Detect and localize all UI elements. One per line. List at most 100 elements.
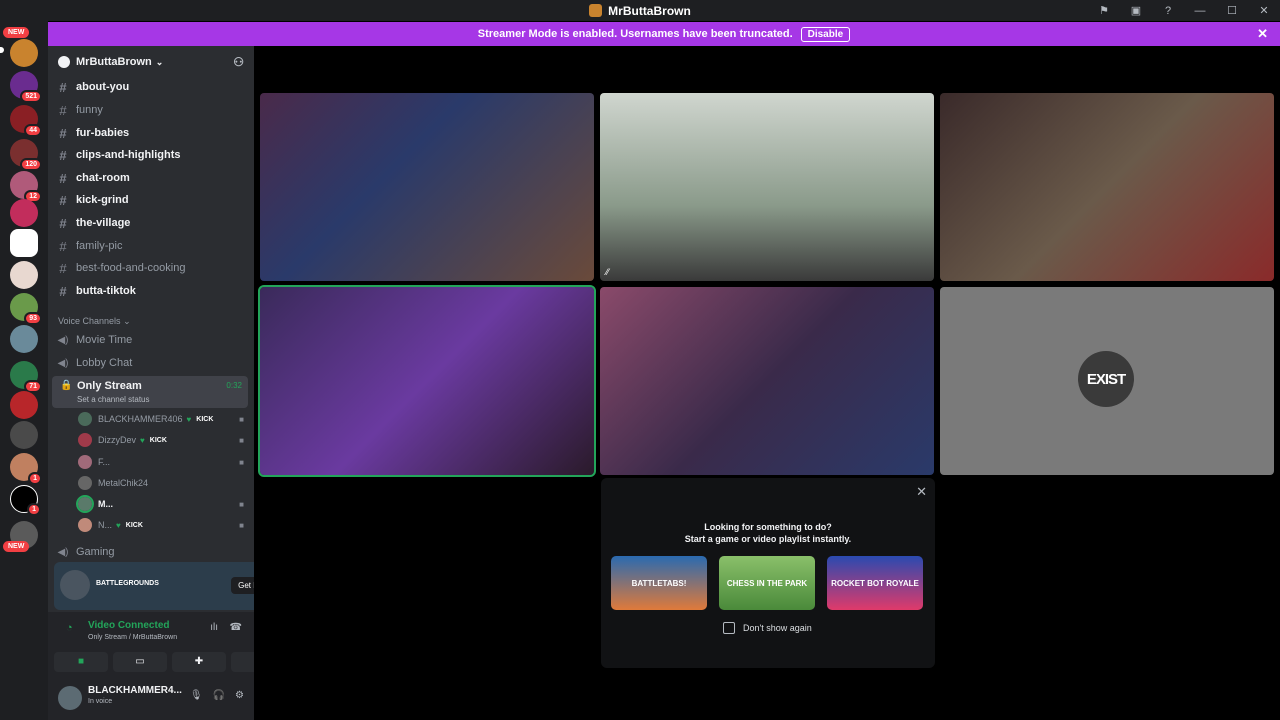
game-card-battletabs[interactable]: BATTLETABS! <box>611 556 707 610</box>
video-stage: ⁄⁄ EXIST ✕ Looking for something to do? … <box>254 46 1280 720</box>
server-icon[interactable] <box>10 421 38 449</box>
guild-icon <box>58 56 70 68</box>
speaker-icon: ◀) <box>57 546 69 558</box>
active-channel-name: Only Stream <box>77 380 142 392</box>
activities-button[interactable]: ✚ <box>172 652 226 672</box>
dont-show-again-checkbox[interactable]: Don't show again <box>723 622 812 634</box>
guild-header[interactable]: MrButtaBrown ⌄ ⚇ <box>48 46 254 78</box>
noise-suppression-icon[interactable]: ılı <box>210 622 218 633</box>
voice-channel-only-stream[interactable]: 🔒 Only Stream Set a channel status 0:32 <box>52 376 248 408</box>
video-tile[interactable] <box>260 93 594 281</box>
chevron-down-icon: ⌄ <box>123 316 131 326</box>
game-card-chess-in-the-park[interactable]: CHESS IN THE PARK <box>719 556 815 610</box>
server-badge: 521 <box>20 90 42 103</box>
server-icon[interactable] <box>10 261 38 289</box>
video-tile[interactable] <box>600 287 934 475</box>
chevron-down-icon: ⌄ <box>155 56 164 67</box>
server-icon[interactable]: 521 <box>10 71 42 103</box>
camera-icon: ■ <box>239 435 244 445</box>
game-title: CHESS IN THE PARK <box>726 578 808 588</box>
connection-location[interactable]: Only Stream / MrButtaBrown <box>88 634 177 641</box>
avatar <box>76 495 94 513</box>
screenshare-button[interactable]: ▭ <box>113 652 167 672</box>
voice-member[interactable]: M... ■ <box>76 494 246 514</box>
app-icon <box>589 4 603 17</box>
channel-status[interactable]: Set a channel status <box>77 395 150 404</box>
exist-logo: EXIST <box>1078 351 1134 407</box>
game-title: ROCKET BOT ROYALE <box>831 578 919 588</box>
channel-label: best-food-and-cooking <box>76 262 186 274</box>
avatar-tile[interactable]: EXIST <box>940 287 1274 475</box>
avatar <box>78 518 92 532</box>
hash-icon: # <box>59 215 67 231</box>
server-badge: 1 <box>28 472 42 485</box>
channel-kick-grind[interactable]: # kick-grind <box>54 190 248 210</box>
server-icon[interactable] <box>10 391 38 419</box>
server-icon[interactable]: 120 <box>10 139 42 171</box>
voice-channel-lobby-chat[interactable]: ◀) Lobby Chat <box>54 353 248 373</box>
screen-icon[interactable]: ▣ <box>1120 4 1152 17</box>
minimize-icon[interactable]: — <box>1184 5 1216 17</box>
maximize-icon[interactable]: ☐ <box>1216 4 1248 17</box>
server-badge: 1 <box>27 503 41 516</box>
disable-button[interactable]: Disable <box>800 26 851 42</box>
channel-the-village[interactable]: # the-village <box>54 213 248 233</box>
hash-icon: # <box>59 102 67 118</box>
server-icon[interactable]: 1 <box>10 485 41 516</box>
hash-icon: # <box>59 238 67 254</box>
invite-icon[interactable]: ⚇ <box>233 55 244 69</box>
server-icon[interactable]: 93 <box>10 293 42 325</box>
voice-channel-gaming[interactable]: ◀) Gaming <box>54 542 248 562</box>
camera-icon: ■ <box>239 499 244 509</box>
server-icon[interactable]: 1 <box>10 453 42 485</box>
channel-best-food-and-cooking[interactable]: # best-food-and-cooking <box>54 258 248 278</box>
channel-butta-tiktok[interactable]: # butta-tiktok <box>54 281 248 301</box>
channel-chat-room[interactable]: # chat-room <box>54 168 248 188</box>
channel-about-you[interactable]: # about-you <box>54 77 248 97</box>
voice-channel-label: Gaming <box>76 546 115 558</box>
server-icon[interactable]: 71 <box>10 361 42 393</box>
server-icon[interactable]: 44 <box>10 105 42 137</box>
hash-icon: # <box>59 125 67 141</box>
channel-clips-and-highlights[interactable]: # clips-and-highlights <box>54 145 248 165</box>
server-icon[interactable]: 12 <box>10 171 42 203</box>
channel-fur-babies[interactable]: # fur-babies <box>54 123 248 143</box>
channel-label: chat-room <box>76 172 130 184</box>
video-tile-speaking[interactable] <box>258 285 596 477</box>
mic-icon[interactable]: 🎙 <box>190 690 203 701</box>
checkbox-box[interactable] <box>723 622 735 634</box>
new-badge: NEW <box>3 541 30 552</box>
voice-member[interactable]: BLACKHAMMER406 ♥ KICK ■ <box>78 409 246 429</box>
headphones-icon[interactable]: 🎧 <box>213 690 225 701</box>
member-name: DizzyDev <box>98 435 137 445</box>
avatar[interactable] <box>58 686 82 710</box>
voice-member[interactable]: MetalChik24 <box>78 473 246 493</box>
close-icon[interactable]: ✕ <box>1248 4 1280 17</box>
help-icon[interactable]: ? <box>1152 5 1184 17</box>
heart-icon: ♥ <box>140 435 145 445</box>
game-card-rocket-bot-royale[interactable]: ROCKET BOT ROYALE <box>827 556 923 610</box>
voice-category[interactable]: Voice Channels ⌄ <box>58 316 131 327</box>
disconnect-icon[interactable]: ☎ <box>230 622 242 633</box>
inbox-icon[interactable]: ⚑ <box>1088 4 1120 17</box>
video-tile[interactable]: ⁄⁄ <box>600 93 934 281</box>
voice-member[interactable]: DizzyDev ♥ KICK ■ <box>78 430 246 450</box>
popup-subheading: Start a game or video playlist instantly… <box>684 534 852 544</box>
voice-member[interactable]: N... ♥ KICK ■ <box>78 515 246 535</box>
hash-icon: # <box>59 170 67 186</box>
voice-category-label: Voice Channels <box>58 316 121 326</box>
video-tile[interactable] <box>940 93 1274 281</box>
channel-funny[interactable]: # funny <box>54 100 248 120</box>
server-icon[interactable] <box>10 229 38 257</box>
voice-channel-movie-time[interactable]: ◀) Movie Time <box>54 330 248 350</box>
server-icon[interactable] <box>10 325 38 353</box>
server-icon[interactable] <box>10 199 38 227</box>
channel-family-pic[interactable]: # family-pic <box>54 236 248 256</box>
close-icon[interactable]: ✕ <box>916 484 927 500</box>
camera-button[interactable]: ■ <box>54 652 108 672</box>
banner-close-icon[interactable]: ✕ <box>1257 26 1268 42</box>
settings-gear-icon[interactable]: ⚙ <box>235 690 244 701</box>
signal-icon[interactable]: ◔ <box>66 622 73 634</box>
voice-member[interactable]: F... ■ <box>78 452 246 472</box>
server-icon[interactable] <box>10 39 38 67</box>
